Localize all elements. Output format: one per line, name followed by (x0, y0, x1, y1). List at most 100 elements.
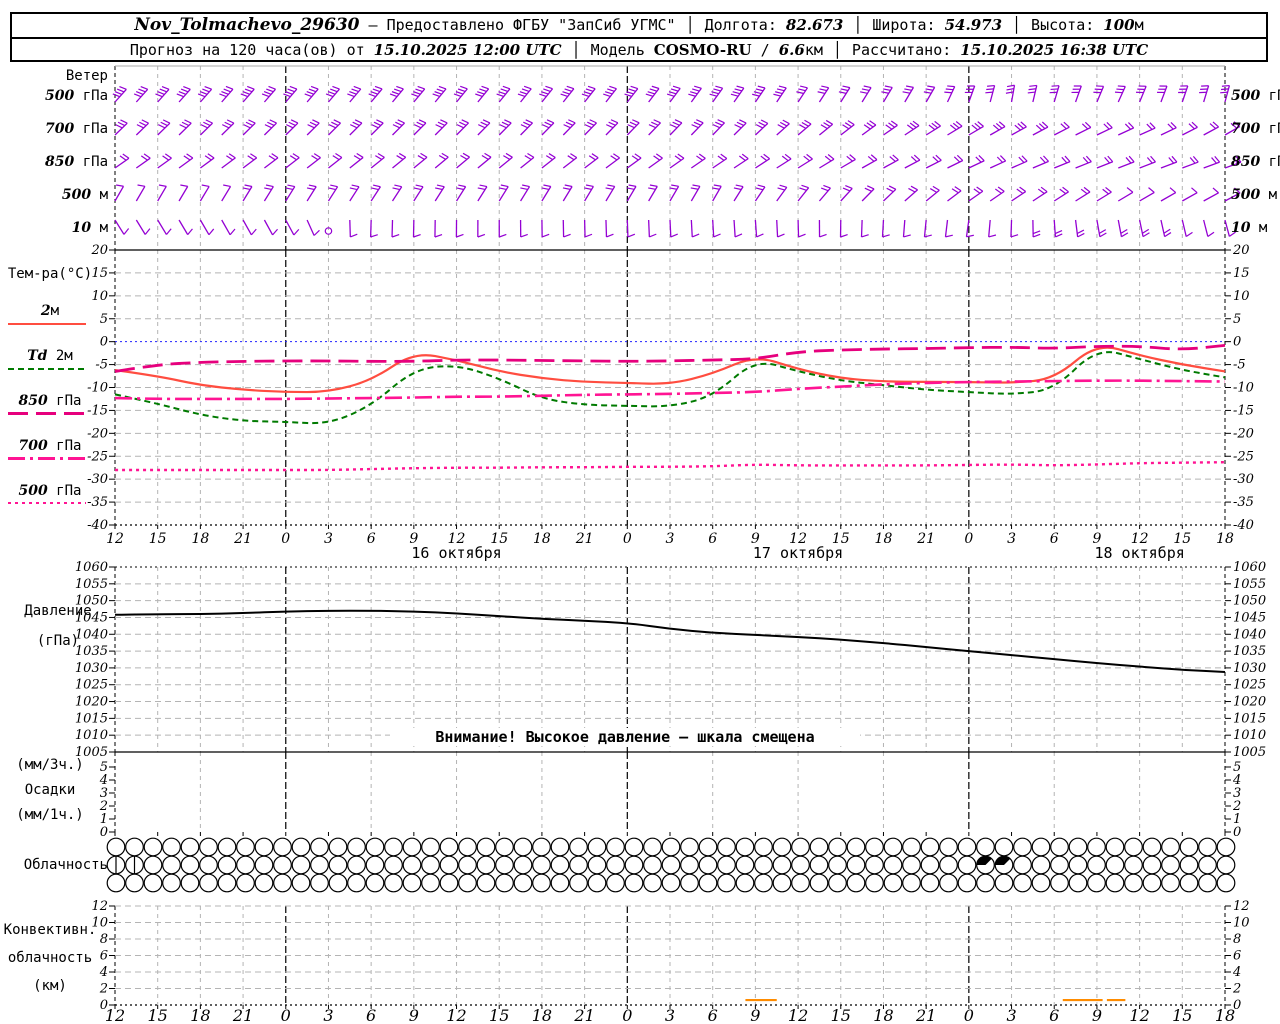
longitude-label: Долгота: (704, 16, 777, 34)
svg-text:18: 18 (190, 1006, 210, 1024)
svg-text:-40: -40 (1233, 518, 1254, 533)
svg-text:-40: -40 (87, 518, 108, 533)
svg-text:0: 0 (100, 825, 108, 840)
svg-text:0: 0 (964, 1006, 974, 1024)
svg-text:3: 3 (666, 531, 675, 547)
svg-text:16 октября: 16 октября (411, 544, 501, 562)
svg-text:12: 12 (106, 531, 124, 547)
svg-text:6: 6 (100, 949, 108, 964)
divider: │ (832, 41, 842, 59)
svg-text:0: 0 (1233, 335, 1241, 350)
model-label: Модель (590, 41, 645, 59)
legend-line-500 (8, 502, 86, 505)
svg-text:3: 3 (1006, 1006, 1016, 1024)
svg-text:-5: -5 (1233, 358, 1246, 373)
svg-text:9: 9 (409, 1006, 419, 1024)
svg-text:15: 15 (1233, 266, 1250, 281)
svg-text:-15: -15 (1233, 403, 1254, 418)
svg-text:2: 2 (99, 982, 108, 997)
wind-level-label-left-1: 700 гПа (45, 121, 108, 137)
wind-barbs-row-3 (114, 184, 1241, 202)
svg-text:1010: 1010 (1233, 728, 1266, 743)
svg-text:20: 20 (1232, 243, 1250, 258)
cloud-symbols (106, 837, 1236, 893)
svg-text:9: 9 (1092, 1006, 1102, 1024)
legend-line-2m (8, 323, 86, 326)
svg-text:3: 3 (323, 1006, 333, 1024)
svg-text:0: 0 (964, 531, 973, 547)
svg-text:17 октября: 17 октября (753, 544, 843, 562)
svg-text:6: 6 (1049, 1006, 1059, 1024)
altitude-value: 100 (1103, 16, 1135, 34)
svg-text:12: 12 (1233, 899, 1250, 914)
wind-level-label-right-0: 500 гПа (1231, 88, 1280, 104)
svg-text:1055: 1055 (1233, 577, 1266, 592)
latitude-label: Широта: (872, 16, 936, 34)
wind-level-label-right-4: 10 м (1231, 220, 1268, 236)
altitude-unit: м (1134, 16, 1144, 34)
svg-text:15: 15 (148, 1006, 168, 1024)
pressure-section-label-1: Давление (24, 603, 92, 619)
svg-text:-35: -35 (1233, 495, 1254, 510)
svg-text:6: 6 (708, 531, 717, 547)
pressure-section-label-2: (гПа) (36, 633, 80, 649)
station-name: Nov_Tolmachevo_29630 (134, 15, 360, 35)
wind-barbs-row-0 (112, 84, 1231, 103)
svg-text:2: 2 (1232, 982, 1241, 997)
legend-line-td (8, 368, 86, 370)
header-row-2: Прогноз на 120 часа(ов) от 15.10.2025 12… (12, 39, 1266, 62)
svg-text:10: 10 (1233, 289, 1250, 304)
legend-label-700: 700 гПа (18, 438, 82, 454)
svg-text:18: 18 (191, 531, 209, 547)
wind-barbs-row-4 (114, 219, 1236, 238)
wind-level-label-left-0: 500 гПа (45, 88, 108, 104)
svg-text:1050: 1050 (1233, 594, 1266, 609)
wind-barbs (112, 84, 1242, 238)
cloud-section-label: Облачность (23, 857, 108, 873)
svg-text:3: 3 (324, 531, 333, 547)
longitude-value: 82.673 (785, 16, 844, 34)
svg-text:1010: 1010 (75, 728, 108, 743)
header-row-1: Nov_Tolmachevo_29630 — Предоставлено ФГБ… (12, 14, 1266, 39)
svg-text:18 октября: 18 октября (1094, 544, 1184, 562)
svg-text:12: 12 (446, 1006, 466, 1024)
svg-text:5: 5 (100, 312, 108, 327)
svg-text:6: 6 (1233, 949, 1241, 964)
svg-text:0: 0 (100, 335, 108, 350)
svg-text:1055: 1055 (75, 577, 108, 592)
svg-text:12: 12 (788, 1006, 808, 1024)
svg-text:-25: -25 (1233, 449, 1254, 464)
model-name: COSMO-RU (653, 41, 752, 59)
svg-text:-10: -10 (1233, 381, 1254, 396)
wind-level-label-left-4: 10 м (71, 220, 108, 236)
svg-text:0: 0 (281, 1006, 291, 1024)
legend-line-850 (8, 412, 86, 415)
legend-label-td: Td 2м (27, 348, 73, 364)
svg-text:0: 0 (623, 531, 632, 547)
svg-text:1030: 1030 (1233, 661, 1266, 676)
wind-level-label-right-3: 500 м (1231, 187, 1278, 203)
svg-text:15: 15 (489, 1006, 509, 1024)
svg-text:1060: 1060 (1233, 560, 1266, 575)
svg-text:21: 21 (232, 1006, 253, 1024)
svg-text:15: 15 (1172, 1006, 1192, 1024)
svg-text:21: 21 (916, 531, 935, 547)
svg-text:1040: 1040 (1233, 627, 1266, 642)
svg-text:10: 10 (1233, 916, 1250, 931)
calculated-time: 15.10.2025 16:38 UTC (960, 41, 1149, 59)
model-slash: / (760, 41, 770, 59)
svg-text:1030: 1030 (75, 661, 108, 676)
model-resolution-unit: км (804, 41, 823, 59)
divider: │ (685, 16, 695, 34)
svg-text:1015: 1015 (1233, 711, 1266, 726)
svg-text:15: 15 (149, 531, 167, 547)
legend-label-2m: 2м (40, 303, 60, 319)
svg-text:1015: 1015 (75, 711, 108, 726)
divider: │ (571, 41, 581, 59)
wind-level-label-right-2: 850 гПа (1231, 154, 1280, 170)
legend-label-500: 500 гПа (18, 483, 82, 499)
svg-text:1060: 1060 (75, 560, 108, 575)
wind-barbs-row-1 (114, 119, 1241, 136)
svg-text:3: 3 (1007, 531, 1016, 547)
wind-barbs-row-2 (114, 152, 1242, 169)
